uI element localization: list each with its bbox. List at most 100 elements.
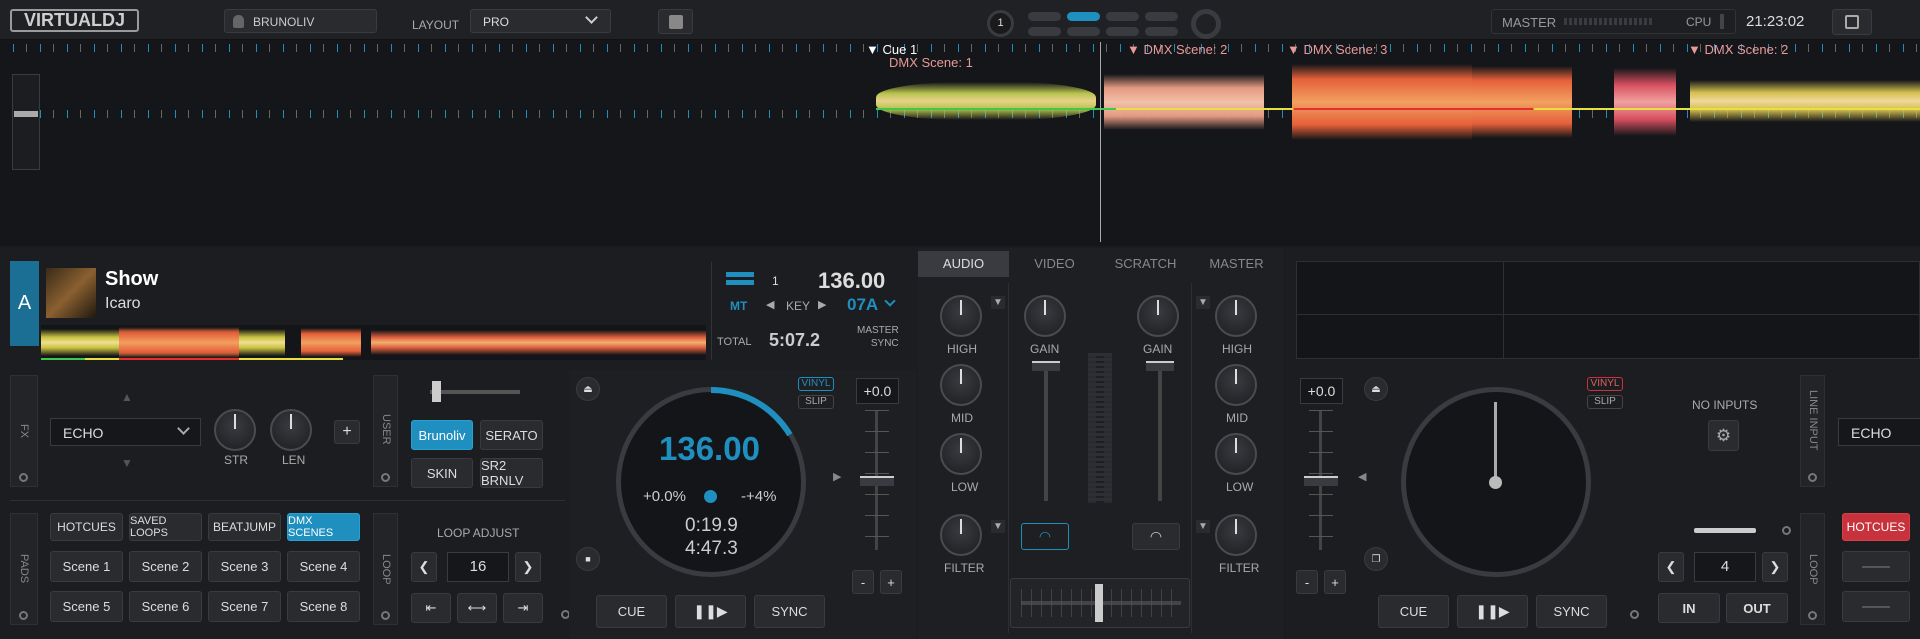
gain-knob-b[interactable] bbox=[1137, 295, 1179, 337]
scene-pad[interactable]: Scene 7 bbox=[208, 591, 281, 622]
deck-layout-icon[interactable] bbox=[726, 272, 754, 286]
volume-fader-b[interactable] bbox=[1146, 361, 1174, 501]
fx-toggle[interactable] bbox=[19, 473, 28, 482]
eq-high-knob-a[interactable] bbox=[940, 295, 982, 337]
user-box[interactable]: BRUNOLIV bbox=[224, 9, 377, 33]
pitch-minus-button[interactable]: - bbox=[852, 570, 874, 594]
deck-layout-pills[interactable] bbox=[1028, 12, 1178, 38]
tab-scratch[interactable]: SCRATCH bbox=[1100, 251, 1191, 277]
play-pause-button[interactable]: ❚❚▶ bbox=[675, 595, 746, 628]
vinyl-toggle-b[interactable]: VINYL bbox=[1587, 377, 1623, 391]
loop-forward-button[interactable]: ⇥ bbox=[503, 593, 543, 623]
triangle-up-icon[interactable]: ▲ bbox=[121, 390, 133, 404]
pitch-plus-button-b[interactable]: + bbox=[1324, 570, 1346, 594]
jog-wheel-b[interactable] bbox=[1401, 387, 1591, 577]
loop-slider-b[interactable] bbox=[1694, 528, 1756, 533]
loop-indicator-b[interactable] bbox=[1782, 526, 1791, 535]
calendar-button[interactable] bbox=[1832, 9, 1872, 35]
settings-button[interactable]: ⚙ bbox=[1708, 420, 1739, 451]
beatjump-mode-button[interactable]: BEATJUMP bbox=[208, 513, 281, 541]
stop-button[interactable]: ■ bbox=[576, 547, 600, 571]
loop-double-button-b[interactable]: ❯ bbox=[1762, 552, 1788, 582]
loop-toggle-b[interactable] bbox=[1808, 611, 1817, 620]
scene-pad[interactable]: Scene 5 bbox=[50, 591, 123, 622]
scene-pad[interactable]: Scene 8 bbox=[287, 591, 360, 622]
headphone-cue-a[interactable]: ◠ bbox=[1021, 523, 1069, 550]
cue-marker[interactable]: ▼ DMX Scene: 3 bbox=[1287, 42, 1387, 57]
sr2-brnlv-button[interactable]: SR2 BRNLV bbox=[480, 458, 543, 488]
record-circle-icon[interactable] bbox=[1191, 9, 1221, 39]
filter-knob-a[interactable] bbox=[940, 514, 982, 556]
slip-toggle[interactable]: SLIP bbox=[798, 395, 834, 409]
chevron-down-icon[interactable] bbox=[884, 295, 896, 307]
str-knob[interactable] bbox=[214, 409, 256, 451]
triangle-down-icon[interactable]: ▼ bbox=[1196, 520, 1210, 533]
eject-button-b[interactable]: ⏏ bbox=[1364, 377, 1388, 401]
key-next-icon[interactable]: ▶ bbox=[818, 298, 826, 311]
vinyl-toggle[interactable]: VINYL bbox=[798, 377, 834, 391]
zoom-slider[interactable] bbox=[12, 74, 40, 170]
main-waveform[interactable]: ▼ Cue 1 DMX Scene: 1 ▼ DMX Scene: 2 ▼ DM… bbox=[0, 40, 1920, 246]
pitch-fader-b[interactable] bbox=[1304, 410, 1338, 555]
crossfader[interactable] bbox=[1010, 578, 1190, 628]
clone-button-b[interactable]: ❐ bbox=[1364, 547, 1388, 571]
triangle-down-icon[interactable]: ▼ bbox=[1196, 296, 1210, 309]
cue-button[interactable]: CUE bbox=[596, 595, 667, 628]
serato-button[interactable]: SERATO bbox=[480, 420, 543, 450]
pitch-value-b[interactable]: +0.0 bbox=[1300, 378, 1343, 404]
eq-mid-knob-b[interactable] bbox=[1215, 364, 1257, 406]
jog-wheel[interactable]: 136.00 +0.0% -+4% 0:19.9 4:47.3 bbox=[616, 387, 806, 577]
filter-knob-b[interactable] bbox=[1215, 514, 1257, 556]
tab-audio[interactable]: AUDIO bbox=[918, 251, 1009, 277]
loop-in-button[interactable]: IN bbox=[1658, 593, 1720, 623]
loop-double-button[interactable]: ❯ bbox=[515, 552, 541, 582]
fx-select-b[interactable]: ECHO bbox=[1838, 418, 1920, 446]
sampler-cube-button[interactable] bbox=[658, 9, 693, 34]
volume-fader-a[interactable] bbox=[1032, 361, 1060, 501]
key-value[interactable]: 07A bbox=[847, 295, 878, 315]
tab-video[interactable]: VIDEO bbox=[1009, 251, 1100, 277]
key-prev-icon[interactable]: ◀ bbox=[766, 298, 774, 311]
headphone-cue-b[interactable]: ◠ bbox=[1132, 523, 1180, 550]
master-sync-label[interactable]: MASTER SYNC bbox=[857, 324, 899, 350]
fx-select[interactable]: ECHO bbox=[50, 418, 201, 446]
hotcue-pad-b[interactable] bbox=[1842, 591, 1910, 622]
layout-select[interactable]: PRO bbox=[470, 9, 611, 33]
triangle-down-icon[interactable]: ▼ bbox=[991, 296, 1005, 309]
deck-b-settings-toggle[interactable] bbox=[1630, 610, 1639, 619]
mini-waveform[interactable] bbox=[41, 325, 706, 360]
eq-low-knob-b[interactable] bbox=[1215, 433, 1257, 475]
loop-toggle[interactable] bbox=[381, 611, 390, 620]
user-toggle[interactable] bbox=[381, 473, 390, 482]
scene-pad[interactable]: Scene 2 bbox=[129, 551, 202, 582]
sync-button-b[interactable]: SYNC bbox=[1536, 595, 1607, 628]
loop-half-button-b[interactable]: ❮ bbox=[1658, 552, 1684, 582]
loop-out-button[interactable]: OUT bbox=[1726, 593, 1788, 623]
hotcues-mode-button-b[interactable]: HOTCUES bbox=[1842, 513, 1910, 541]
eq-high-knob-b[interactable] bbox=[1215, 295, 1257, 337]
tab-master[interactable]: MASTER bbox=[1191, 251, 1282, 277]
deck-letter-badge[interactable]: A bbox=[10, 261, 39, 346]
cue-button-b[interactable]: CUE bbox=[1378, 595, 1449, 628]
line-input-toggle[interactable] bbox=[1808, 473, 1817, 482]
eq-low-knob-a[interactable] bbox=[940, 433, 982, 475]
triangle-down-icon[interactable]: ▼ bbox=[121, 456, 133, 470]
eject-button[interactable]: ⏏ bbox=[576, 377, 600, 401]
pitch-minus-button-b[interactable]: - bbox=[1296, 570, 1318, 594]
triangle-down-icon[interactable]: ▼ bbox=[991, 520, 1005, 533]
cue-marker[interactable]: ▼ DMX Scene: 2 bbox=[1127, 42, 1227, 57]
skin-button[interactable]: SKIN bbox=[411, 458, 473, 488]
pads-toggle[interactable] bbox=[19, 611, 28, 620]
gain-knob-a[interactable] bbox=[1024, 295, 1066, 337]
saved-loops-mode-button[interactable]: SAVED LOOPS bbox=[129, 513, 202, 541]
loop-move-button[interactable]: ⟷ bbox=[457, 593, 497, 623]
add-fx-button[interactable]: + bbox=[334, 420, 360, 444]
brunoliv-button[interactable]: Brunoliv bbox=[411, 420, 473, 450]
user-slider[interactable] bbox=[430, 381, 520, 402]
sync-button[interactable]: SYNC bbox=[754, 595, 825, 628]
mt-button[interactable]: MT bbox=[730, 299, 747, 313]
deck-number-badge[interactable]: 1 bbox=[987, 10, 1014, 37]
scene-pad[interactable]: Scene 3 bbox=[208, 551, 281, 582]
slip-toggle-b[interactable]: SLIP bbox=[1587, 395, 1623, 409]
scene-pad[interactable]: Scene 1 bbox=[50, 551, 123, 582]
